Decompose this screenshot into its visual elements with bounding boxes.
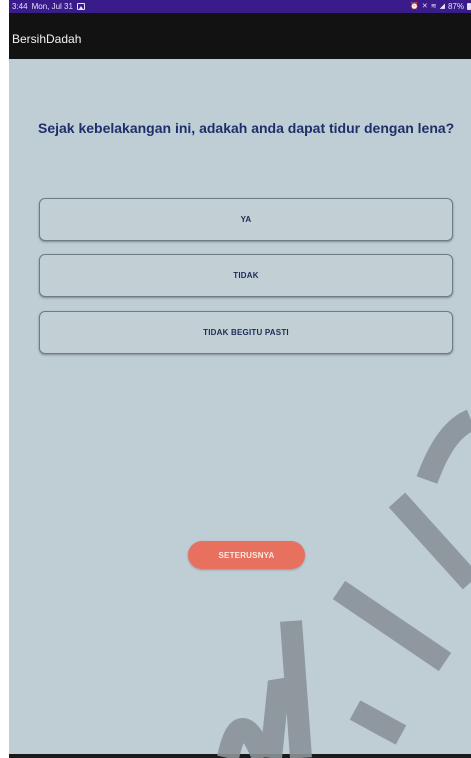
question-text: Sejak kebelakangan ini, adakah anda dapa… <box>38 120 455 136</box>
status-date: Mon, Jul 31 <box>31 2 73 11</box>
option-ya-button[interactable]: YA <box>39 198 453 241</box>
status-left: 3:44 Mon, Jul 31 <box>12 0 85 13</box>
status-time: 3:44 <box>12 2 28 11</box>
wifi-icon: ≋ <box>430 3 437 10</box>
navigation-bar <box>9 754 471 758</box>
status-right: ⏰ ✕ ≋ ◢ 87% <box>410 0 471 13</box>
next-button[interactable]: SETERUSNYA <box>188 541 305 569</box>
status-bar: 3:44 Mon, Jul 31 ⏰ ✕ ≋ ◢ 87% <box>9 0 471 13</box>
gallery-icon <box>76 3 85 10</box>
battery-percent: 87% <box>447 2 464 11</box>
app-title: BersihDadah <box>12 32 82 46</box>
app-screen: 3:44 Mon, Jul 31 ⏰ ✕ ≋ ◢ 87% BersihDadah… <box>9 0 471 758</box>
option-tidak-button[interactable]: TIDAK <box>39 254 453 297</box>
mute-icon: ✕ <box>421 3 428 10</box>
alarm-icon: ⏰ <box>410 3 419 10</box>
signal-icon: ◢ <box>439 3 445 10</box>
battery-icon <box>467 3 471 10</box>
option-tidak-begitu-pasti-button[interactable]: TIDAK BEGITU PASTI <box>39 311 453 354</box>
app-bar: BersihDadah <box>9 13 471 59</box>
